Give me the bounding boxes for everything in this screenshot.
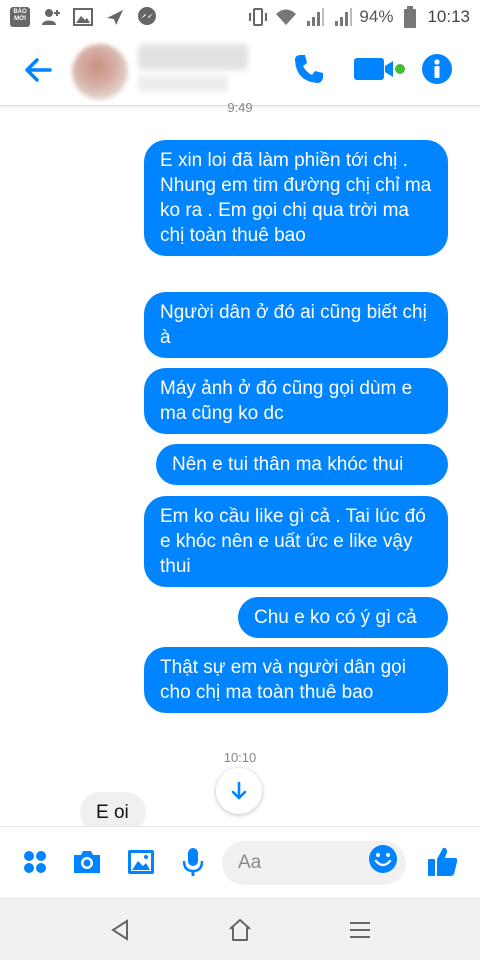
phone-icon <box>295 55 323 83</box>
more-actions-button[interactable] <box>18 845 52 879</box>
back-button[interactable] <box>20 52 56 88</box>
emoji-button[interactable] <box>368 844 398 874</box>
contact-avatar[interactable] <box>72 44 128 100</box>
message-composer <box>0 826 480 898</box>
nav-home-button[interactable] <box>225 915 255 945</box>
camera-button[interactable] <box>70 845 104 879</box>
airplane-icon <box>104 6 126 28</box>
voice-message-button[interactable] <box>176 845 210 879</box>
outgoing-message[interactable]: Em ko cầu like gì cả . Tai lúc đó e khóc… <box>144 496 448 587</box>
add-contact-icon <box>40 6 62 28</box>
timestamp: 10:10 <box>223 750 257 765</box>
outgoing-message[interactable]: Người dân ở đó ai cũng biết chị à <box>144 292 448 358</box>
triangle-back-icon <box>111 919 128 941</box>
vibrate-icon <box>247 6 269 28</box>
messenger-icon <box>136 6 158 28</box>
nav-menu-button[interactable] <box>345 915 375 945</box>
contact-name[interactable] <box>138 44 248 70</box>
timestamp: 9:49 <box>227 100 253 115</box>
chat-header <box>0 34 480 106</box>
microphone-icon <box>182 848 204 876</box>
video-camera-icon <box>354 58 405 80</box>
system-nav-bar <box>0 898 480 960</box>
menu-icon <box>350 922 370 938</box>
gallery-button[interactable] <box>124 845 158 879</box>
info-button[interactable] <box>420 52 456 88</box>
thumbs-up-icon <box>428 847 458 876</box>
info-icon <box>422 54 452 84</box>
outgoing-message[interactable]: Máy ảnh ở đó cũng gọi dùm e ma cũng ko d… <box>144 368 448 434</box>
grid-dots-icon <box>24 851 46 873</box>
smiley-icon <box>369 845 397 873</box>
like-button[interactable] <box>426 845 460 879</box>
contact-status <box>138 76 228 92</box>
outgoing-message[interactable]: Nên e tui thân ma khóc thui <box>156 444 448 485</box>
home-icon <box>229 919 251 941</box>
outgoing-message[interactable]: Chu e ko có ý gì cả <box>238 597 448 638</box>
baomoi-app-icon: BÁO MỚI <box>10 7 30 27</box>
camera-icon <box>74 851 100 873</box>
signal-icon <box>303 6 325 28</box>
video-call-button[interactable] <box>352 52 408 88</box>
gallery-icon <box>72 6 94 28</box>
signal-icon-2 <box>331 6 353 28</box>
status-bar: BÁO MỚI 94% 10:13 <box>0 0 480 34</box>
outgoing-message[interactable]: E xin loi đã làm phiền tới chị . Nhung e… <box>144 140 448 256</box>
image-icon <box>128 850 154 874</box>
scroll-to-bottom-button[interactable] <box>216 768 262 814</box>
voice-call-button[interactable] <box>292 52 328 88</box>
clock: 10:13 <box>427 7 470 26</box>
back-arrow-icon <box>25 58 52 82</box>
battery-percent: 94% <box>359 7 394 26</box>
wifi-icon <box>275 6 297 28</box>
battery-icon <box>399 6 421 28</box>
outgoing-message[interactable]: Thật sự em và người dân gọi cho chị ma t… <box>144 647 448 713</box>
nav-back-button[interactable] <box>105 915 135 945</box>
arrow-down-icon <box>231 781 247 800</box>
